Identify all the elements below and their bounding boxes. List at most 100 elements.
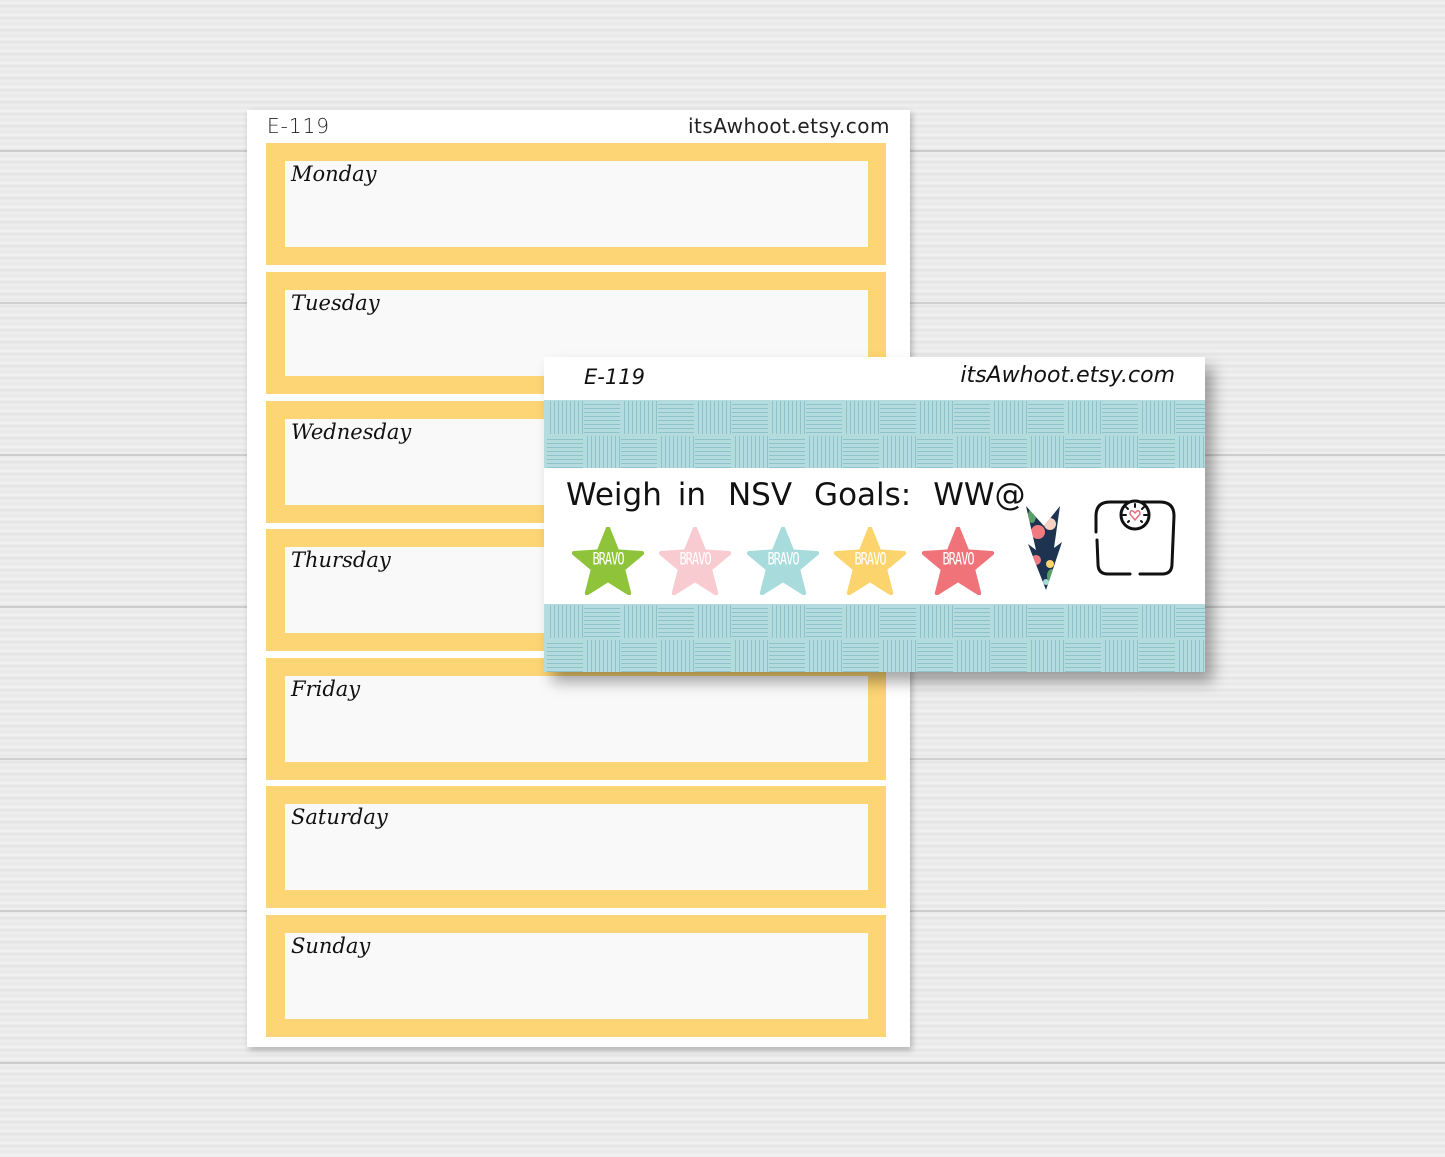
pattern-tile bbox=[584, 640, 620, 672]
pattern-tile bbox=[991, 605, 1027, 638]
bravo-star: BRAVO bbox=[659, 527, 731, 595]
pattern-tile bbox=[621, 605, 657, 638]
pattern-tile bbox=[769, 640, 805, 672]
pattern-tile bbox=[843, 401, 879, 434]
sticker-code: E-119 bbox=[584, 365, 645, 389]
small-sticker-sheet: E-119 itsAwhoot.etsy.com Weigh in NSV Goal… bbox=[544, 357, 1205, 672]
pattern-tile bbox=[954, 436, 990, 468]
pattern-tile bbox=[1065, 640, 1101, 672]
pattern-tile bbox=[547, 640, 583, 672]
day-label: Wednesday bbox=[291, 420, 412, 444]
label-ww: WW@ bbox=[933, 477, 1026, 513]
pattern-tile bbox=[732, 640, 768, 672]
bravo-star: BRAVO bbox=[834, 527, 906, 595]
label-goals: Goals: bbox=[814, 477, 912, 513]
pattern-tile bbox=[1028, 401, 1064, 434]
pattern-tile bbox=[991, 436, 1027, 468]
day-box-sunday: Sunday bbox=[266, 915, 886, 1037]
pattern-band-bottom bbox=[544, 604, 1205, 672]
sticker-shop-url: itsAwhoot.etsy.com bbox=[960, 363, 1175, 388]
pattern-tile bbox=[1176, 436, 1205, 468]
pattern-tile bbox=[917, 640, 953, 672]
pattern-tile bbox=[1176, 605, 1205, 638]
pattern-tile bbox=[880, 605, 916, 638]
day-label: Friday bbox=[291, 677, 361, 701]
pattern-tile bbox=[621, 640, 657, 672]
bravo-star: BRAVO bbox=[572, 527, 644, 595]
pattern-tile bbox=[843, 640, 879, 672]
pattern-tile bbox=[732, 436, 768, 468]
day-label: Thursday bbox=[291, 548, 391, 572]
label-weigh-in: Weigh in bbox=[566, 477, 706, 513]
bravo-star: BRAVO bbox=[747, 527, 819, 595]
pattern-tile bbox=[1102, 640, 1138, 672]
bravo-star: BRAVO bbox=[922, 527, 994, 595]
pattern-tile bbox=[695, 605, 731, 638]
pattern-tile bbox=[547, 436, 583, 468]
pattern-tile bbox=[806, 605, 842, 638]
pattern-tile bbox=[1028, 436, 1064, 468]
pattern-tile bbox=[769, 605, 805, 638]
pattern-tile bbox=[1102, 436, 1138, 468]
pattern-tile bbox=[991, 401, 1027, 434]
pattern-tile bbox=[658, 401, 694, 434]
pattern-tile bbox=[732, 401, 768, 434]
pattern-tile bbox=[1176, 640, 1205, 672]
pattern-tile bbox=[732, 605, 768, 638]
pattern-tile bbox=[1065, 436, 1101, 468]
shop-url: itsAwhoot.etsy.com bbox=[687, 114, 890, 138]
pattern-tile bbox=[954, 605, 990, 638]
pattern-tile bbox=[658, 605, 694, 638]
pattern-tile bbox=[806, 401, 842, 434]
pattern-tile bbox=[843, 605, 879, 638]
pattern-tile bbox=[806, 436, 842, 468]
pattern-tile bbox=[769, 436, 805, 468]
sheet-code: E-119 bbox=[267, 114, 331, 138]
pattern-tile bbox=[954, 401, 990, 434]
pattern-tile bbox=[1139, 401, 1175, 434]
day-box-monday: Monday bbox=[266, 143, 886, 265]
pattern-tile bbox=[1102, 401, 1138, 434]
pattern-tile bbox=[806, 640, 842, 672]
pattern-tile bbox=[621, 436, 657, 468]
day-label: Tuesday bbox=[291, 291, 380, 315]
day-label: Monday bbox=[291, 162, 377, 186]
pattern-tile bbox=[954, 640, 990, 672]
pattern-tile bbox=[547, 401, 583, 434]
pattern-tile bbox=[695, 436, 731, 468]
pattern-tile bbox=[1176, 401, 1205, 434]
pattern-tile bbox=[1028, 640, 1064, 672]
day-label: Sunday bbox=[291, 934, 371, 958]
pattern-tile bbox=[917, 436, 953, 468]
pattern-tile bbox=[769, 401, 805, 434]
pattern-tile bbox=[1139, 605, 1175, 638]
bathroom-scale-icon bbox=[1092, 498, 1178, 578]
pattern-tile bbox=[547, 605, 583, 638]
day-label: Saturday bbox=[291, 805, 388, 829]
pattern-tile bbox=[695, 401, 731, 434]
pattern-tile bbox=[695, 640, 731, 672]
pattern-tile bbox=[1065, 401, 1101, 434]
pattern-tile bbox=[917, 605, 953, 638]
pattern-tile bbox=[991, 640, 1027, 672]
pattern-tile bbox=[584, 436, 620, 468]
pattern-tile bbox=[1139, 640, 1175, 672]
pattern-tile bbox=[658, 640, 694, 672]
floral-down-arrow-icon bbox=[1024, 502, 1064, 592]
pattern-tile bbox=[880, 401, 916, 434]
day-box-friday: Friday bbox=[266, 658, 886, 780]
pattern-band-top bbox=[544, 400, 1205, 468]
pattern-tile bbox=[880, 436, 916, 468]
pattern-tile bbox=[880, 640, 916, 672]
pattern-tile bbox=[658, 436, 694, 468]
pattern-tile bbox=[1065, 605, 1101, 638]
pattern-tile bbox=[1028, 605, 1064, 638]
day-box-saturday: Saturday bbox=[266, 786, 886, 908]
pattern-tile bbox=[621, 401, 657, 434]
pattern-tile bbox=[917, 401, 953, 434]
pattern-tile bbox=[1139, 436, 1175, 468]
pattern-tile bbox=[1102, 605, 1138, 638]
pattern-tile bbox=[584, 605, 620, 638]
label-nsv: NSV bbox=[727, 477, 793, 513]
pattern-tile bbox=[584, 401, 620, 434]
